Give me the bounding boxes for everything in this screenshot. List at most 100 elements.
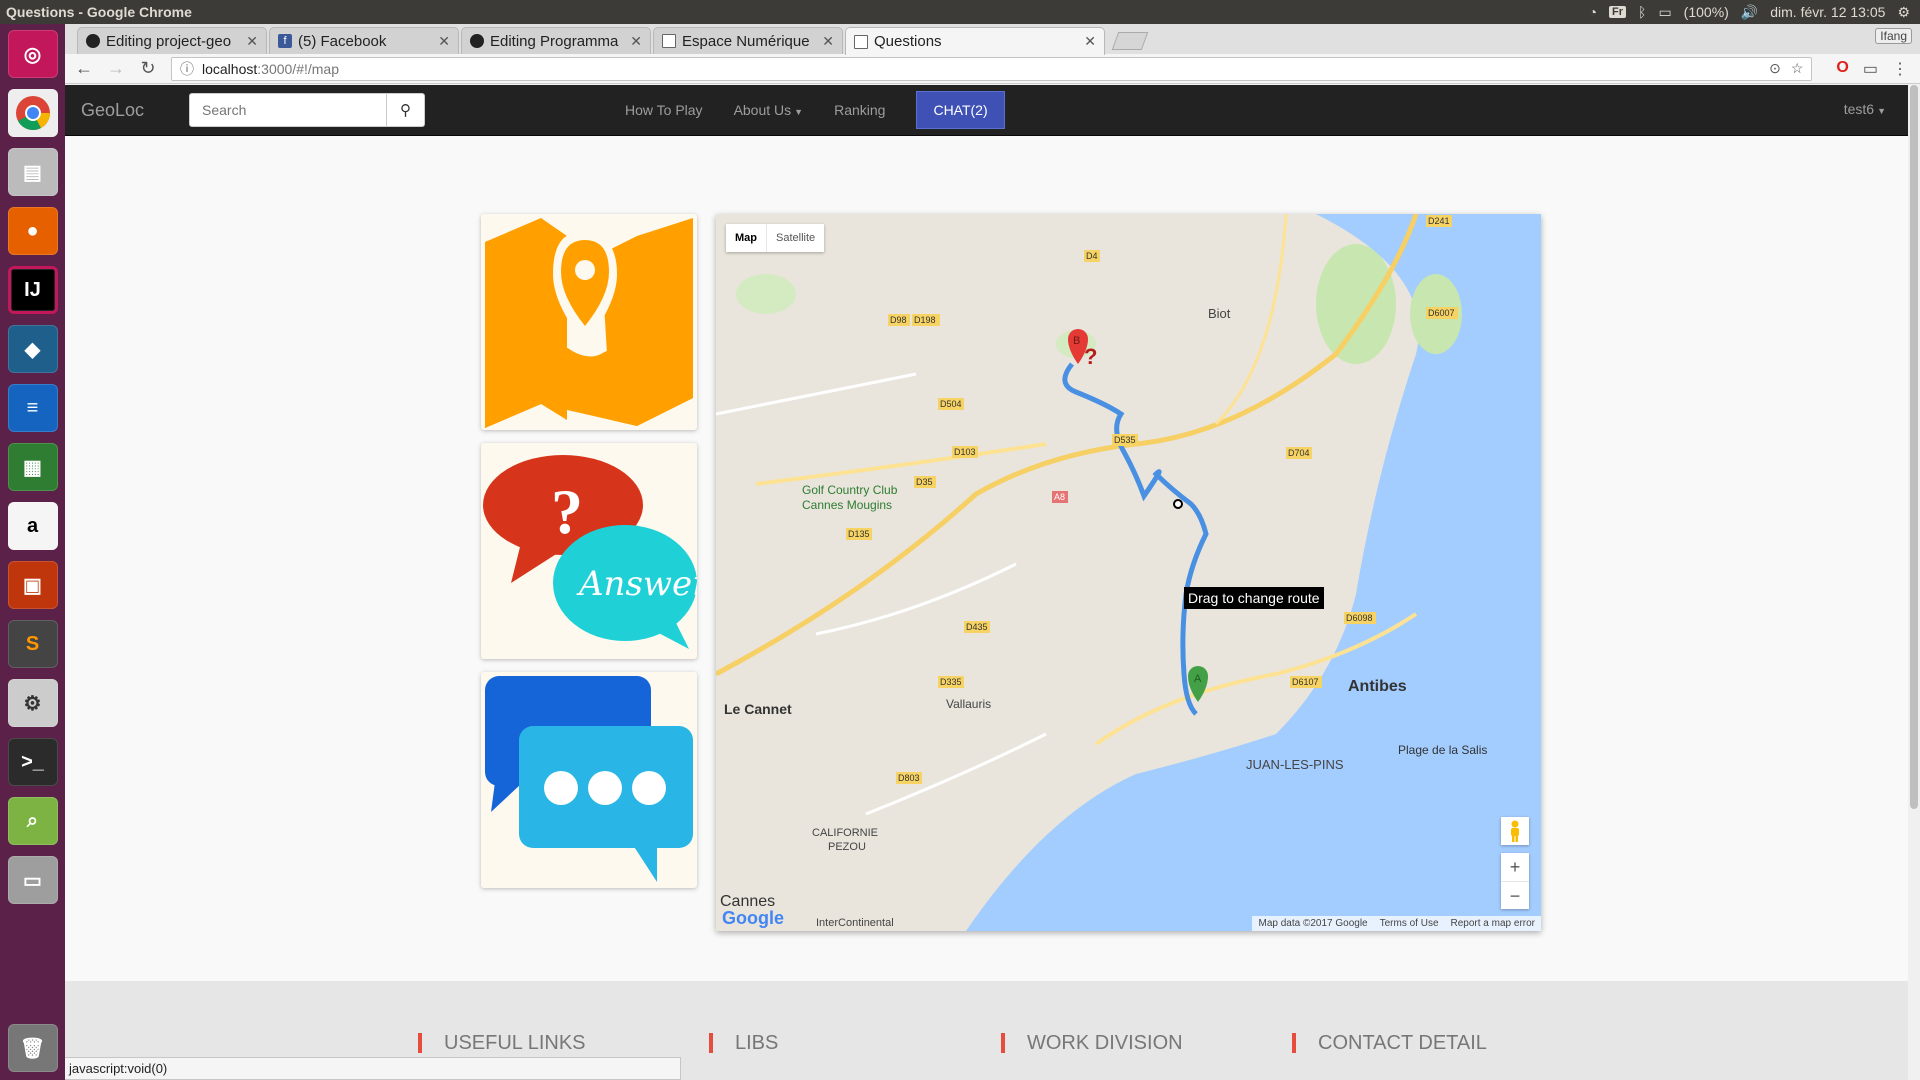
back-icon[interactable]: ←	[75, 58, 93, 79]
footer-heading-useful-links: USEFUL LINKS	[418, 1033, 586, 1053]
search-input[interactable]	[189, 93, 387, 127]
extension-icon[interactable]: ▭	[1863, 59, 1878, 79]
chat-bubble-icon	[485, 676, 693, 882]
chat-button[interactable]: CHAT(2)	[916, 91, 1005, 129]
location-icon[interactable]: ⊙	[1769, 60, 1781, 77]
opera-extension-icon[interactable]: O	[1836, 59, 1848, 79]
ubuntu-dash-icon[interactable]: ◎	[7, 30, 58, 78]
terminal-icon[interactable]: >_	[7, 738, 58, 786]
questions-card[interactable]: ? Answer	[481, 443, 697, 659]
url-path: :3000/#!/map	[257, 60, 339, 77]
tab-label: (5) Facebook	[298, 32, 387, 50]
place-label: Plage de la Salis	[1398, 743, 1487, 757]
search-form: ⚲	[189, 93, 425, 127]
place-label: Vallauris	[946, 697, 991, 711]
address-bar[interactable]: ⓘ localhost :3000/#!/map ⊙ ☆	[171, 56, 1813, 81]
footer-heading-text: USEFUL LINKS	[444, 1032, 586, 1054]
map-type-control: Map Satellite	[726, 224, 825, 252]
volume-icon[interactable]: 🔊	[1741, 4, 1758, 21]
amazon-icon[interactable]: a	[7, 502, 58, 550]
svg-text:D6107: D6107	[1292, 677, 1319, 687]
new-tab-button[interactable]	[1111, 32, 1149, 50]
tab-label: Questions	[874, 33, 942, 50]
profile-button[interactable]: Ifang	[1875, 28, 1912, 44]
reload-icon[interactable]: ↻	[139, 58, 157, 79]
footer-heading-work-division: WORK DIVISION	[1001, 1033, 1183, 1053]
nav-about-us[interactable]: About Us ▼	[734, 102, 804, 118]
map-type-map[interactable]: Map	[726, 224, 766, 252]
site-navbar: GeoLoc ⚲ How To Play About Us▼ Ranking C…	[65, 85, 1908, 136]
firefox-icon[interactable]: ●	[7, 207, 58, 255]
impress-icon[interactable]: ▣	[7, 561, 58, 609]
google-map[interactable]: B ? A Biot Golf Country Club Cannes Moug…	[716, 214, 1541, 931]
route-drag-handle[interactable]	[1173, 499, 1183, 509]
route-line[interactable]	[1062, 362, 1209, 716]
clock[interactable]: dim. févr. 12 13:05	[1770, 4, 1885, 20]
calc-icon[interactable]: ▦	[7, 443, 58, 491]
svg-text:D198: D198	[914, 315, 936, 325]
intellij-icon[interactable]: IJ	[7, 266, 58, 314]
trash-icon[interactable]: 🗑	[7, 1024, 58, 1072]
nav-menu: How To Play About Us ▼ Ranking CHAT(2)	[625, 85, 1005, 135]
settings-icon[interactable]: ⚙	[7, 679, 58, 727]
tab-label: Espace Numérique	[682, 32, 810, 50]
tab-questions[interactable]: Questions ✕	[845, 27, 1105, 55]
keyboard-layout[interactable]: Fr	[1609, 6, 1627, 18]
svg-text:D98: D98	[890, 315, 907, 325]
tab-editing-programma[interactable]: Editing Programma ✕	[461, 27, 651, 54]
writer-icon[interactable]: ≡	[7, 384, 58, 432]
site-brand[interactable]: GeoLoc	[81, 100, 144, 121]
svg-text:D35: D35	[916, 477, 933, 487]
tab-editing-project[interactable]: Editing project-geo ✕	[77, 27, 267, 54]
gear-icon[interactable]: ⚙	[1897, 4, 1910, 21]
question-marker-icon[interactable]: ?	[1084, 344, 1097, 369]
zoom-out-button[interactable]: −	[1501, 881, 1529, 909]
close-icon[interactable]: ✕	[630, 33, 642, 50]
svg-text:D135: D135	[848, 529, 870, 539]
chat-card[interactable]	[481, 672, 697, 888]
map-card[interactable]	[481, 214, 697, 430]
close-icon[interactable]: ✕	[246, 33, 258, 50]
chrome-icon[interactable]	[7, 89, 58, 137]
nav-ranking[interactable]: Ranking	[834, 102, 885, 118]
terms-link[interactable]: Terms of Use	[1380, 918, 1439, 929]
report-error-link[interactable]: Report a map error	[1451, 918, 1535, 929]
tab-espace-numerique[interactable]: Espace Numérique ✕	[653, 27, 843, 54]
svg-text:D535: D535	[1114, 435, 1136, 445]
close-icon[interactable]: ✕	[822, 33, 834, 50]
scrollbar-thumb[interactable]	[1910, 85, 1918, 809]
files-icon[interactable]: ▤	[7, 148, 58, 196]
close-icon[interactable]: ✕	[438, 33, 450, 50]
svg-text:?: ?	[551, 476, 583, 547]
sublime-icon[interactable]: S	[7, 620, 58, 668]
svg-text:D435: D435	[966, 622, 988, 632]
zoom-in-button[interactable]: +	[1501, 853, 1529, 881]
vertical-scrollbar[interactable]	[1908, 85, 1920, 1080]
svg-text:D4: D4	[1086, 251, 1098, 261]
tab-facebook[interactable]: f (5) Facebook ✕	[269, 27, 459, 54]
bluetooth-icon[interactable]: ᛒ	[1638, 4, 1646, 20]
nav-how-to-play[interactable]: How To Play	[625, 102, 703, 118]
battery-icon[interactable]: ▭	[1658, 4, 1671, 21]
disk-icon[interactable]: ▭	[7, 856, 58, 904]
footer-heading-text: WORK DIVISION	[1027, 1032, 1183, 1054]
google-logo[interactable]: Google	[722, 908, 784, 929]
bookmark-star-icon[interactable]: ☆	[1791, 60, 1804, 77]
svg-text:Answer: Answer	[576, 564, 697, 604]
place-label: InterContinental	[816, 917, 894, 929]
search-button[interactable]: ⚲	[387, 93, 425, 127]
forward-icon[interactable]: →	[107, 58, 125, 79]
close-icon[interactable]: ✕	[1084, 33, 1096, 50]
map-type-satellite[interactable]: Satellite	[766, 224, 824, 252]
search-icon: ⚲	[400, 102, 411, 119]
menu-icon[interactable]: ⋮	[1892, 59, 1908, 79]
caret-down-icon: ▼	[794, 107, 804, 117]
virtualbox-icon[interactable]: ◆	[7, 325, 58, 373]
wifi-icon[interactable]: ◔	[1589, 4, 1597, 20]
pegman-icon[interactable]	[1501, 817, 1529, 845]
info-icon[interactable]: ⓘ	[180, 59, 194, 79]
svg-text:A: A	[1194, 673, 1202, 685]
user-dropdown[interactable]: test6 ▼	[1844, 101, 1886, 117]
viewer-icon[interactable]: ⌕	[7, 797, 58, 845]
place-label: Antibes	[1348, 678, 1407, 695]
